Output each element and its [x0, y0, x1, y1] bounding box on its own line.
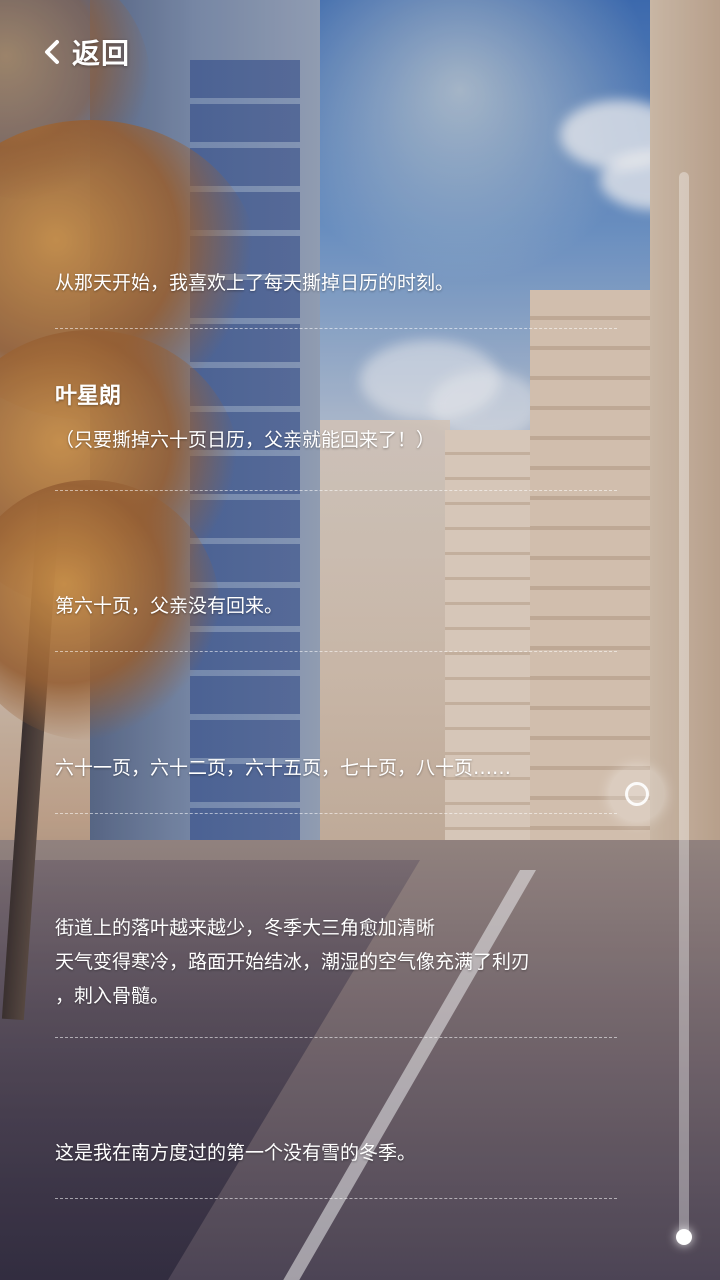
entry-divider [55, 328, 617, 329]
speaker-name: 叶星朗 [55, 383, 122, 409]
log-line: 六十一页，六十二页，六十五页，七十页，八十页…… [55, 757, 512, 779]
log-entry: 从那天开始，我喜欢上了每天撕掉日历的时刻。 [55, 263, 617, 303]
log-line: 从那天开始，我喜欢上了每天撕掉日历的时刻。 [55, 272, 455, 294]
log-line: 第六十页，父亲没有回来。 [55, 595, 284, 617]
log-entry: 街道上的落叶越来越少，冬季大三角愈加清晰 天气变得寒冷，路面开始结冰，潮湿的空气… [55, 908, 617, 1016]
scrollbar-thumb[interactable] [609, 766, 665, 822]
background-scene [0, 0, 720, 1280]
log-entry: 叶星朗 （只要撕掉六十页日历，父亲就能回来了！） [55, 378, 617, 460]
log-entry: 六十一页，六十二页，六十五页，七十页，八十页…… [55, 748, 617, 788]
chevron-left-icon [45, 40, 59, 64]
log-line: ，刺入骨髓。 [55, 985, 170, 1007]
back-button[interactable]: 返回 [40, 30, 130, 74]
scrollbar-thumb-ring [625, 782, 649, 806]
entry-divider [55, 1198, 617, 1199]
back-label: 返回 [72, 37, 131, 70]
log-entry: 这是我在南方度过的第一个没有雪的冬季。 [55, 1133, 617, 1173]
scene-tint [0, 0, 720, 1280]
entry-divider [55, 813, 617, 814]
entry-divider [55, 1037, 617, 1038]
log-entry: 第六十页，父亲没有回来。 [55, 586, 617, 626]
scrollbar-track[interactable] [679, 172, 689, 1244]
entry-divider [55, 651, 617, 652]
log-line: 这是我在南方度过的第一个没有雪的冬季。 [55, 1142, 417, 1164]
entry-divider [55, 490, 617, 491]
scroll-end-dot [676, 1229, 692, 1245]
log-line: （只要撕掉六十页日历，父亲就能回来了！） [55, 429, 436, 451]
